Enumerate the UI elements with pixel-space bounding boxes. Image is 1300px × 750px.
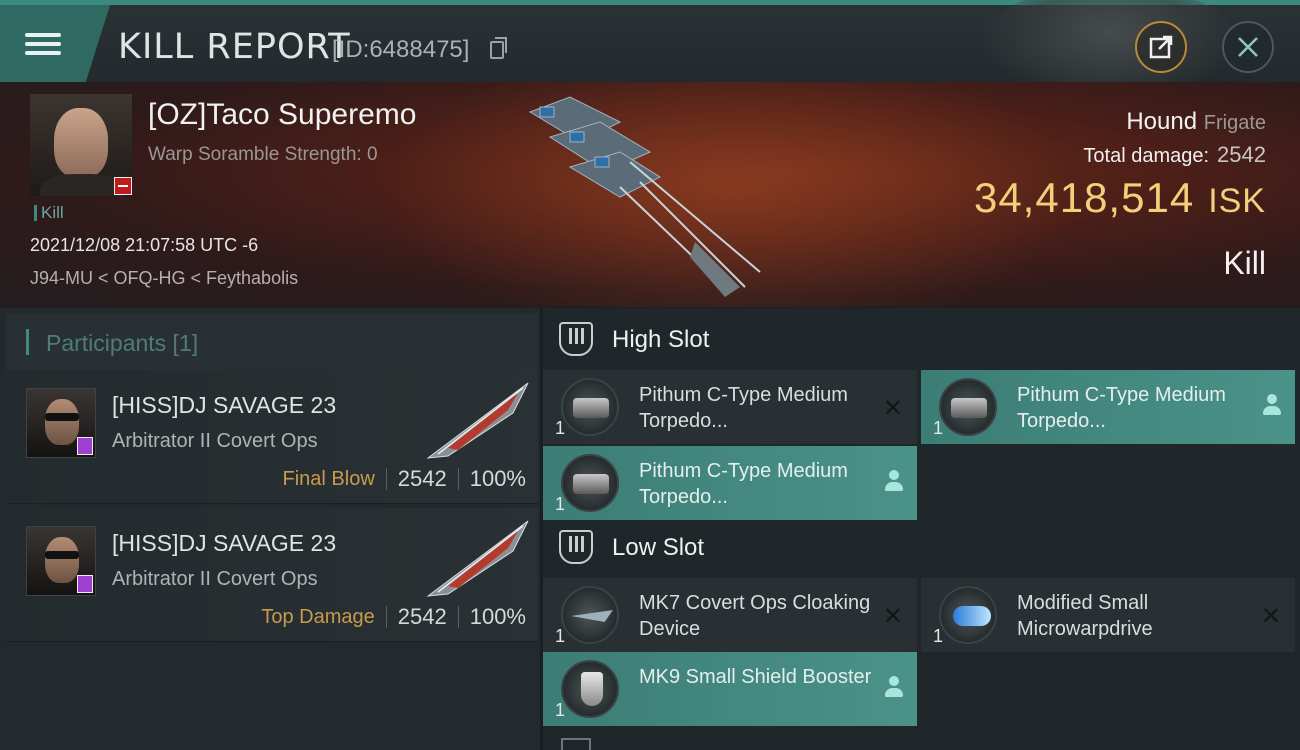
isk-amount: 34,418,514 xyxy=(973,174,1195,221)
next-slot-header-partial xyxy=(543,734,1300,750)
participant-row[interactable]: [HISS]DJ SAVAGE 23 Arbitrator II Covert … xyxy=(6,370,538,504)
low-slot-label: Low Slot xyxy=(612,534,705,561)
module-item[interactable]: 1 Modified Small Microwarpdrive ✕ xyxy=(921,578,1295,652)
participant-ship: Arbitrator II Covert Ops xyxy=(112,568,318,590)
isk-value: 34,418,514 ISK xyxy=(974,174,1266,222)
high-slot-header: High Slot xyxy=(543,308,1300,370)
module-quantity: 1 xyxy=(555,626,566,646)
hamburger-icon xyxy=(25,28,61,60)
participant-stats: Final Blow 2542 100% xyxy=(283,466,527,492)
hostile-standing-icon xyxy=(114,177,132,195)
participant-name[interactable]: [HISS]DJ SAVAGE 23 xyxy=(112,530,336,557)
participant-ship-image xyxy=(426,382,529,459)
module-item[interactable]: 1 Pithum C-Type Medium Torpedo... ✕ xyxy=(543,370,917,444)
participants-title: Participants [1] xyxy=(46,330,199,356)
dropped-person-icon xyxy=(1263,394,1281,416)
copy-icon[interactable] xyxy=(490,37,507,59)
victim-ship-image[interactable] xyxy=(510,92,800,302)
report-id: [ID:6488475] xyxy=(332,36,470,63)
victim-ship-type: Hound Frigate xyxy=(1126,108,1266,136)
participant-name[interactable]: [HISS]DJ SAVAGE 23 xyxy=(112,392,336,419)
security-status-icon xyxy=(77,575,93,593)
high-slot-icon xyxy=(559,322,593,356)
participant-percent: 100% xyxy=(469,604,526,629)
total-damage-label: Total damage: xyxy=(1083,145,1210,167)
victim-banner: [OZ]Taco Superemo Warp Soramble Strength… xyxy=(0,82,1300,307)
module-name: Pithum C-Type Medium Torpedo... xyxy=(1017,384,1226,432)
module-name: Pithum C-Type Medium Torpedo... xyxy=(639,460,848,508)
page-title: KILL REPORT xyxy=(118,27,351,67)
destroyed-icon: ✕ xyxy=(882,603,903,630)
share-button[interactable] xyxy=(1135,21,1187,73)
module-quantity: 1 xyxy=(555,418,566,438)
torpedo-launcher-icon xyxy=(561,378,619,436)
kill-tag: Kill xyxy=(34,204,64,221)
module-quantity: 1 xyxy=(933,626,944,646)
microwarpdrive-icon xyxy=(939,586,997,644)
ship-class: Frigate xyxy=(1203,112,1266,134)
participants-header: Participants [1] xyxy=(6,314,538,372)
dropped-person-icon xyxy=(885,676,903,698)
participant-damage: 2542 xyxy=(397,604,447,629)
participant-row[interactable]: [HISS]DJ SAVAGE 23 Arbitrator II Covert … xyxy=(6,508,538,642)
participant-avatar[interactable] xyxy=(26,388,96,458)
module-quantity: 1 xyxy=(555,700,566,720)
security-status-icon xyxy=(77,437,93,455)
module-item[interactable]: 1 Pithum C-Type Medium Torpedo... xyxy=(921,370,1295,444)
share-icon xyxy=(1149,35,1173,59)
participant-damage: 2542 xyxy=(397,466,447,491)
top-bar: KILL REPORT [ID:6488475] xyxy=(0,0,1300,105)
participant-role: Final Blow xyxy=(282,467,375,490)
kill-result: Kill xyxy=(1223,245,1266,281)
close-icon xyxy=(1238,37,1258,57)
module-quantity: 1 xyxy=(933,418,944,438)
module-name: MK9 Small Shield Booster xyxy=(639,666,872,688)
dropped-person-icon xyxy=(885,470,903,492)
module-name: Modified Small Microwarpdrive xyxy=(1017,592,1153,640)
high-slot-label: High Slot xyxy=(612,326,710,353)
shield-booster-icon xyxy=(561,660,619,718)
module-item[interactable]: 1 Pithum C-Type Medium Torpedo... xyxy=(543,446,917,520)
destroyed-icon: ✕ xyxy=(1260,603,1281,630)
slot-icon xyxy=(561,738,591,750)
module-name: MK7 Covert Ops Cloaking Device xyxy=(639,592,871,640)
module-name: Pithum C-Type Medium Torpedo... xyxy=(639,384,848,432)
victim-name[interactable]: [OZ]Taco Superemo xyxy=(148,98,416,132)
module-item[interactable]: 1 MK9 Small Shield Booster xyxy=(543,652,917,726)
participant-role: Top Damage xyxy=(261,605,375,628)
kill-location[interactable]: J94-MU < OFQ-HG < Feythabolis xyxy=(30,268,298,289)
participants-panel: Participants [1] [HISS]DJ SAVAGE 23 Arbi… xyxy=(0,308,540,750)
participant-avatar[interactable] xyxy=(26,526,96,596)
participant-ship: Arbitrator II Covert Ops xyxy=(112,430,318,452)
kill-datetime: 2021/12/08 21:07:58 UTC -6 xyxy=(30,235,259,255)
total-damage-value: 2542 xyxy=(1217,142,1266,167)
isk-unit: ISK xyxy=(1208,182,1266,220)
participant-ship-image xyxy=(426,520,529,597)
module-item[interactable]: 1 MK7 Covert Ops Cloaking Device ✕ xyxy=(543,578,917,652)
module-quantity: 1 xyxy=(555,494,566,514)
menu-button[interactable] xyxy=(0,5,110,82)
fitting-panel: High Slot 1 Pithum C-Type Medium Torpedo… xyxy=(543,308,1300,750)
cloaking-device-icon xyxy=(561,586,619,644)
close-button[interactable] xyxy=(1222,21,1274,73)
low-slot-icon xyxy=(559,530,593,564)
destroyed-icon: ✕ xyxy=(882,395,903,422)
warp-scramble-strength: Warp Soramble Strength: 0 xyxy=(148,144,378,165)
participant-stats: Top Damage 2542 100% xyxy=(261,604,526,630)
torpedo-launcher-icon xyxy=(561,454,619,512)
ship-name: Hound xyxy=(1126,108,1198,135)
total-damage: Total damage: 2542 xyxy=(1083,142,1266,168)
torpedo-launcher-icon xyxy=(939,378,997,436)
participant-percent: 100% xyxy=(469,466,526,491)
low-slot-header: Low Slot xyxy=(543,516,1300,578)
